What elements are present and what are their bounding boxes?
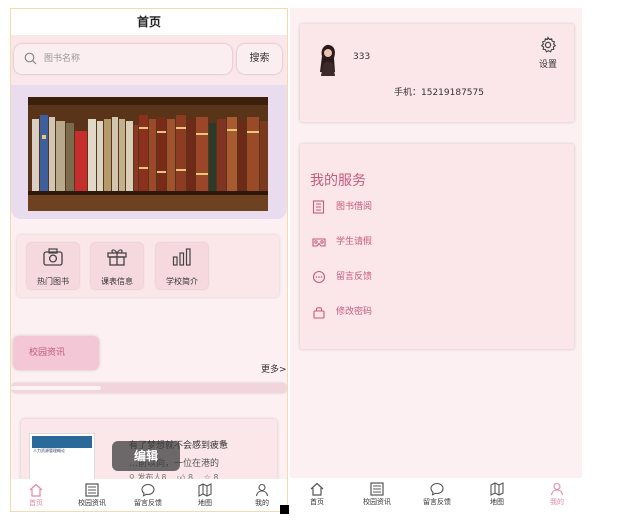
more-link[interactable]: 更多> xyxy=(261,362,287,375)
tab-label: 地图 xyxy=(198,499,212,507)
menu-item-label: 热门图书 xyxy=(37,277,69,286)
home-icon xyxy=(310,482,324,496)
thumbnail-title: 人力资源管理概论 xyxy=(33,448,65,453)
search-row: 图书名称 搜索 xyxy=(11,35,287,85)
banner-image xyxy=(28,97,268,211)
edit-toast: 编辑 xyxy=(112,441,180,471)
tab-campus-news[interactable]: 校园资讯 xyxy=(67,483,117,508)
map-icon xyxy=(490,482,504,496)
quick-menu: 热门图书 课表信息 学校简介 xyxy=(17,235,279,297)
news-scroll-indicator xyxy=(11,383,287,393)
lock-icon xyxy=(313,307,325,319)
tab-label: 校园资讯 xyxy=(363,498,391,506)
tab-label: 留言反馈 xyxy=(134,499,162,507)
profile-card: 333 设置 手机：15219187575 xyxy=(300,24,574,122)
settings-button[interactable]: 设置 xyxy=(530,36,566,70)
newspaper-icon xyxy=(370,482,384,496)
tab-label: 校园资讯 xyxy=(78,499,106,507)
service-label: 留言反馈 xyxy=(336,272,373,282)
tab-label: 地图 xyxy=(490,498,504,506)
services-card: 我的服务 图书借阅 学生请假 留言反馈 修改密码 xyxy=(300,144,574,349)
vr-icon xyxy=(312,238,326,247)
tab-campus-news[interactable]: 校园资讯 xyxy=(13,336,99,370)
tab-bar: 首页 校园资讯 留言反馈 地图 我的 xyxy=(290,478,582,512)
tab-campus-news[interactable]: 校园资讯 xyxy=(352,482,402,507)
thumbnail-band xyxy=(32,436,92,448)
phone-number: 手机：15219187575 xyxy=(394,88,484,98)
home-screen: 首页 图书名称 搜索 热门图书 课表信息 学校简介 校园资讯 更多> 人力资源管… xyxy=(10,8,288,512)
avatar[interactable] xyxy=(316,42,340,76)
tab-feedback[interactable]: 留言反馈 xyxy=(123,483,173,508)
search-input[interactable]: 图书名称 xyxy=(14,44,232,74)
map-icon xyxy=(198,483,212,497)
tab-label: 我的 xyxy=(255,499,269,507)
tab-label: 首页 xyxy=(310,498,324,506)
chat-icon xyxy=(141,483,155,497)
settings-label: 设置 xyxy=(538,60,557,70)
menu-hot-books[interactable]: 热门图书 xyxy=(27,243,79,289)
service-label: 修改密码 xyxy=(336,307,373,317)
search-icon xyxy=(24,52,37,65)
tab-label: 首页 xyxy=(29,499,43,507)
chat-icon xyxy=(430,482,444,496)
services-title: 我的服务 xyxy=(310,173,366,189)
user-icon xyxy=(550,482,564,496)
tab-home[interactable]: 首页 xyxy=(11,483,61,508)
tab-bar: 首页 校园资讯 留言反馈 地图 我的 xyxy=(11,479,287,511)
profile-screen: 333 设置 手机：15219187575 我的服务 图书借阅 学生请假 留言反… xyxy=(290,8,582,512)
gear-icon xyxy=(540,36,557,53)
user-icon xyxy=(255,483,269,497)
service-label: 图书借阅 xyxy=(336,202,373,212)
bar-chart-icon xyxy=(172,248,191,266)
tab-home[interactable]: 首页 xyxy=(292,482,342,507)
tab-mine[interactable]: 我的 xyxy=(532,482,582,507)
tab-feedback[interactable]: 留言反馈 xyxy=(412,482,462,507)
chat-icon xyxy=(312,270,326,284)
tab-label: 我的 xyxy=(550,498,564,506)
newspaper-icon xyxy=(85,483,99,497)
menu-item-label: 课表信息 xyxy=(101,277,133,286)
menu-item-label: 学校简介 xyxy=(166,277,198,286)
camera-icon xyxy=(43,248,63,266)
banner-carousel[interactable] xyxy=(11,85,287,219)
tab-label: 留言反馈 xyxy=(423,498,451,506)
scroll-indicator-fill xyxy=(11,386,101,390)
search-placeholder: 图书名称 xyxy=(44,54,81,64)
menu-schedule[interactable]: 课表信息 xyxy=(91,243,143,289)
menu-school-intro[interactable]: 学校简介 xyxy=(156,243,208,289)
service-label: 学生请假 xyxy=(336,237,373,247)
home-icon xyxy=(29,483,43,497)
tab-map[interactable]: 地图 xyxy=(180,483,230,508)
drag-handle[interactable] xyxy=(280,505,289,514)
gift-icon xyxy=(107,249,127,266)
page-title: 首页 xyxy=(11,9,287,35)
tab-map[interactable]: 地图 xyxy=(472,482,522,507)
search-button[interactable]: 搜索 xyxy=(237,44,282,74)
book-icon xyxy=(312,200,325,214)
username: 333 xyxy=(353,52,371,62)
